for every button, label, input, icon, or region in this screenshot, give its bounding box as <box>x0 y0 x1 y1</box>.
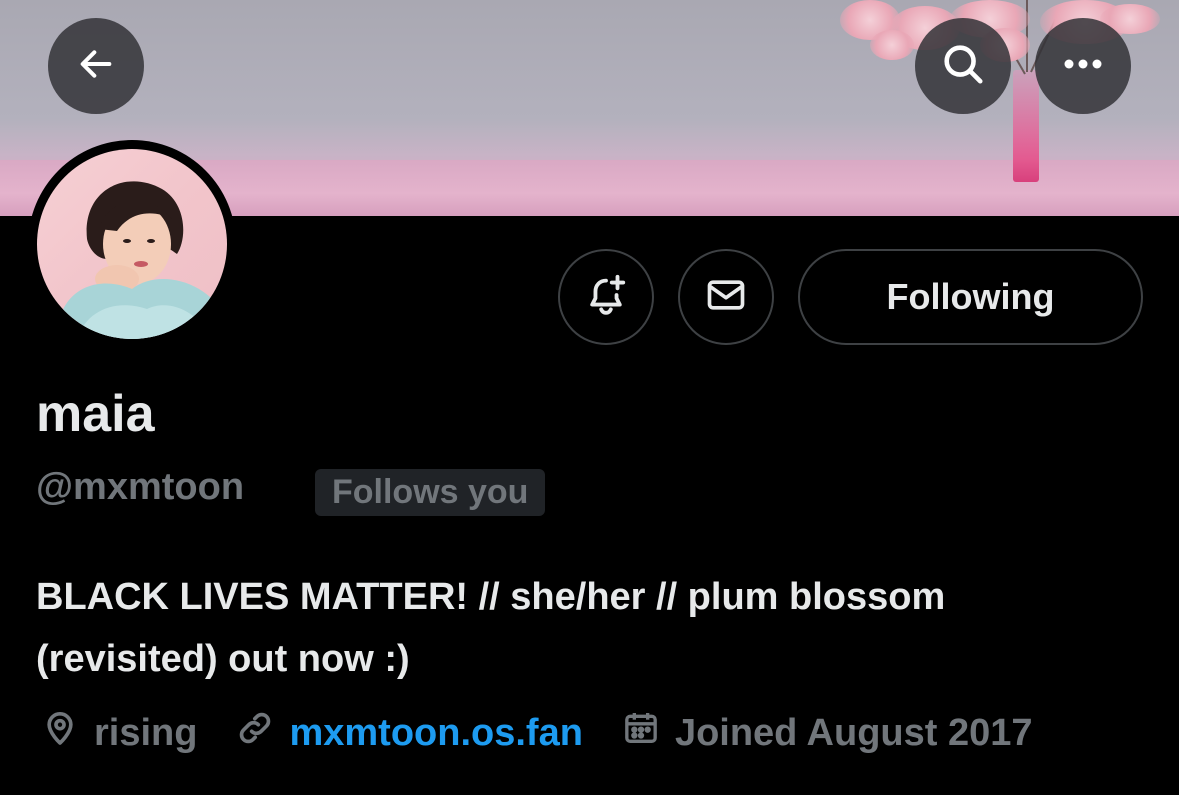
website-item[interactable]: mxmtoon.os.fan <box>235 708 583 758</box>
following-button[interactable]: Following <box>798 249 1143 345</box>
banner-blossom <box>870 30 914 60</box>
profile-name: maia <box>36 385 155 443</box>
calendar-icon <box>621 708 675 758</box>
notifications-button[interactable] <box>558 249 654 345</box>
joined-text: Joined August 2017 <box>674 711 1033 754</box>
bio-line: BLACK LIVES MATTER! // she/her // plum b… <box>36 576 946 618</box>
avatar-image <box>37 149 227 339</box>
link-icon <box>235 708 289 758</box>
message-button[interactable] <box>678 249 774 345</box>
profile-bio: BLACK LIVES MATTER! // she/her // plum b… <box>36 566 1156 690</box>
bio-line: (revisited) out now :) <box>36 638 410 680</box>
envelope-icon <box>704 273 748 322</box>
back-button[interactable] <box>48 18 144 114</box>
back-arrow-icon <box>76 44 116 89</box>
bell-plus-icon <box>583 272 629 323</box>
search-icon <box>940 41 986 92</box>
profile-handle: @mxmtoon <box>36 466 245 508</box>
profile-meta: rising mxmtoon.os.fan Joined August 2017 <box>40 706 1071 760</box>
website-link[interactable]: mxmtoon.os.fan <box>289 712 582 755</box>
more-options-button[interactable] <box>1035 18 1131 114</box>
follows-you-badge: Follows you <box>315 469 546 516</box>
location-item: rising <box>40 708 197 758</box>
search-button[interactable] <box>915 18 1011 114</box>
location-text: rising <box>94 711 198 754</box>
avatar[interactable] <box>28 140 236 348</box>
more-horizontal-icon <box>1061 57 1105 75</box>
joined-item: Joined August 2017 <box>621 708 1033 758</box>
location-pin-icon <box>40 708 94 758</box>
following-button-label: Following <box>886 276 1055 317</box>
banner-vase <box>1013 70 1039 182</box>
